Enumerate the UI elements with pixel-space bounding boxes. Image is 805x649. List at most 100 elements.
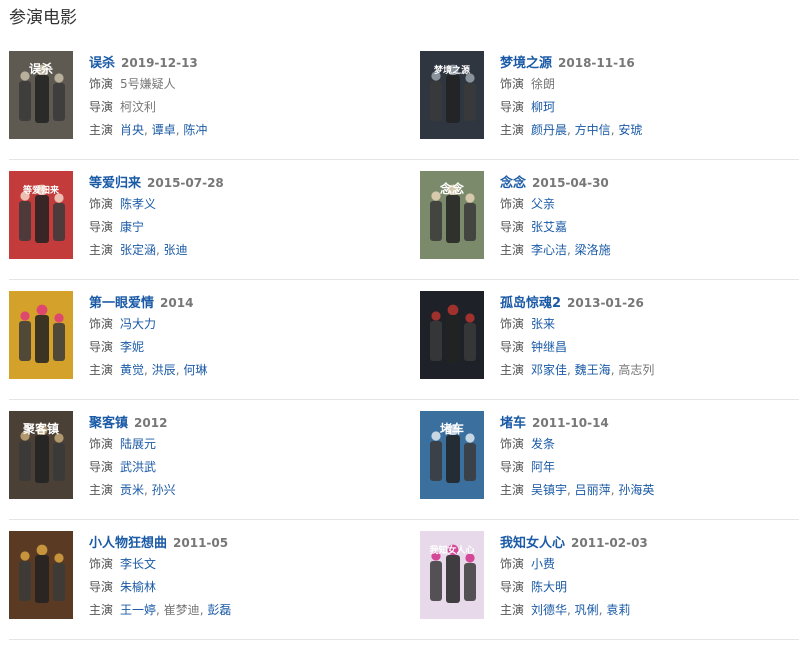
movie-poster[interactable] xyxy=(9,531,73,619)
person-link[interactable]: 陈孝义 xyxy=(120,197,156,211)
person-link[interactable]: 张来 xyxy=(531,317,555,331)
person-link[interactable]: 王一婷 xyxy=(120,603,156,617)
person-link[interactable]: 陆展元 xyxy=(120,437,156,451)
person-link[interactable]: 冯大力 xyxy=(120,317,156,331)
movie-title-link[interactable]: 梦境之源 xyxy=(500,56,552,71)
movie-info: 梦境之源 2018-11-16 饰演 徐朗 导演 柳珂 主演 颜丹晨, 方中信, 安琥 xyxy=(500,51,805,142)
person-name: 柯汶利 xyxy=(120,100,157,114)
director-line: 导演 钟继昌 xyxy=(500,336,805,359)
release-date: 2012 xyxy=(134,416,168,430)
role-line: 饰演 徐朗 xyxy=(500,73,805,96)
separator: , xyxy=(156,603,164,617)
person-link[interactable]: 吴镇宇 xyxy=(531,483,567,497)
svg-text:我知女人心: 我知女人心 xyxy=(429,544,474,556)
separator: , xyxy=(144,483,152,497)
person-link[interactable]: 陈冲 xyxy=(183,123,207,137)
movie-poster[interactable] xyxy=(420,291,484,379)
person-link[interactable]: 武洪武 xyxy=(120,460,156,474)
movie-info: 我知女人心 2011-02-03 饰演 小费 导演 陈大明 主演 刘德华, 巩俐, 袁莉 xyxy=(500,531,805,622)
movie-title-line: 等爱归来 2015-07-28 xyxy=(89,171,399,193)
person-link[interactable]: 小费 xyxy=(531,557,555,571)
movie-title-link[interactable]: 聚客镇 xyxy=(89,416,128,431)
cast-line: 主演 颜丹晨, 方中信, 安琥 xyxy=(500,119,805,142)
person-link[interactable]: 钟继昌 xyxy=(531,340,567,354)
movie-poster[interactable] xyxy=(9,291,73,379)
person-link[interactable]: 洪辰 xyxy=(152,363,176,377)
person-link[interactable]: 袁莉 xyxy=(606,603,630,617)
movie-poster[interactable]: 聚客镇 xyxy=(9,411,73,499)
person-name: 高志列 xyxy=(618,363,655,377)
meta-label: 导演 xyxy=(500,580,525,594)
person-link[interactable]: 朱榆林 xyxy=(120,580,156,594)
person-link[interactable]: 贡米 xyxy=(120,483,144,497)
svg-text:聚客镇: 聚客镇 xyxy=(22,421,59,436)
person-link[interactable]: 何琳 xyxy=(183,363,207,377)
person-link[interactable]: 李长文 xyxy=(120,557,156,571)
director-line: 导演 康宁 xyxy=(89,216,399,239)
person-link[interactable]: 方中信 xyxy=(575,123,611,137)
meta-label: 导演 xyxy=(89,100,114,114)
separator: , xyxy=(567,603,575,617)
person-link[interactable]: 张定涵 xyxy=(120,243,156,257)
person-link[interactable]: 邓家佳 xyxy=(531,363,567,377)
separator: , xyxy=(567,123,575,137)
person-link[interactable]: 父亲 xyxy=(531,197,555,211)
separator: , xyxy=(144,123,152,137)
movie-poster[interactable]: 等爱归来 xyxy=(9,171,73,259)
meta-label: 导演 xyxy=(500,220,525,234)
person-link[interactable]: 李妮 xyxy=(120,340,144,354)
person-link[interactable]: 刘德华 xyxy=(531,603,567,617)
role-line: 饰演 陆展元 xyxy=(89,433,399,456)
movie-row: 误杀 误杀 2019-12-13 饰演 5号嫌疑人 导演 柯汶利 主演 肖央, 谭卓, 陈冲 梦境… xyxy=(9,40,799,160)
movie-poster[interactable]: 我知女人心 xyxy=(420,531,484,619)
movie-title-link[interactable]: 误杀 xyxy=(89,56,115,71)
movie-grid: 误杀 误杀 2019-12-13 饰演 5号嫌疑人 导演 柯汶利 主演 肖央, 谭卓, 陈冲 梦境… xyxy=(9,40,799,640)
person-link[interactable]: 黄觉 xyxy=(120,363,144,377)
meta-label: 主演 xyxy=(89,363,114,377)
director-line: 导演 武洪武 xyxy=(89,456,399,479)
movie-title-link[interactable]: 第一眼爱情 xyxy=(89,296,154,311)
person-link[interactable]: 肖央 xyxy=(120,123,144,137)
movie-info: 念念 2015-04-30 饰演 父亲 导演 张艾嘉 主演 李心洁, 梁洛施 xyxy=(500,171,805,262)
person-link[interactable]: 谭卓 xyxy=(152,123,176,137)
movie-info: 聚客镇 2012 饰演 陆展元 导演 武洪武 主演 贡米, 孙兴 xyxy=(89,411,399,502)
separator: , xyxy=(567,483,575,497)
person-link[interactable]: 颜丹晨 xyxy=(531,123,567,137)
person-link[interactable]: 梁洛施 xyxy=(575,243,611,257)
person-link[interactable]: 发条 xyxy=(531,437,555,451)
cast-line: 主演 王一婷, 崔梦迪, 彭磊 xyxy=(89,599,399,622)
movie-title-link[interactable]: 堵车 xyxy=(500,416,526,431)
person-link[interactable]: 陈大明 xyxy=(531,580,567,594)
movie-title-line: 堵车 2011-10-14 xyxy=(500,411,805,433)
movie-poster[interactable]: 误杀 xyxy=(9,51,73,139)
person-link[interactable]: 阿年 xyxy=(531,460,555,474)
person-link[interactable]: 李心洁 xyxy=(531,243,567,257)
release-date: 2011-05 xyxy=(173,536,229,550)
person-link[interactable]: 魏王海 xyxy=(575,363,611,377)
separator: , xyxy=(156,243,164,257)
meta-label: 主演 xyxy=(89,243,114,257)
person-link[interactable]: 孙海英 xyxy=(618,483,654,497)
person-link[interactable]: 康宁 xyxy=(120,220,144,234)
movie-title-link[interactable]: 小人物狂想曲 xyxy=(89,536,167,551)
person-link[interactable]: 巩俐 xyxy=(575,603,599,617)
person-link[interactable]: 吕丽萍 xyxy=(575,483,611,497)
meta-label: 导演 xyxy=(500,100,525,114)
movie-title-link[interactable]: 孤岛惊魂2 xyxy=(500,296,561,311)
person-link[interactable]: 彭磊 xyxy=(207,603,231,617)
movie-title-link[interactable]: 等爱归来 xyxy=(89,176,141,191)
person-link[interactable]: 安琥 xyxy=(618,123,642,137)
meta-label: 主演 xyxy=(89,603,114,617)
release-date: 2013-01-26 xyxy=(567,296,644,310)
movie-poster[interactable]: 堵车 xyxy=(420,411,484,499)
movie-title-link[interactable]: 念念 xyxy=(500,176,526,191)
movie-poster[interactable]: 念念 xyxy=(420,171,484,259)
person-link[interactable]: 张迪 xyxy=(164,243,188,257)
cast-line: 主演 刘德华, 巩俐, 袁莉 xyxy=(500,599,805,622)
person-link[interactable]: 柳珂 xyxy=(531,100,555,114)
person-link[interactable]: 孙兴 xyxy=(152,483,176,497)
person-link[interactable]: 张艾嘉 xyxy=(531,220,567,234)
movie-title-line: 孤岛惊魂2 2013-01-26 xyxy=(500,291,805,313)
movie-poster[interactable]: 梦境之源 xyxy=(420,51,484,139)
movie-title-link[interactable]: 我知女人心 xyxy=(500,536,565,551)
